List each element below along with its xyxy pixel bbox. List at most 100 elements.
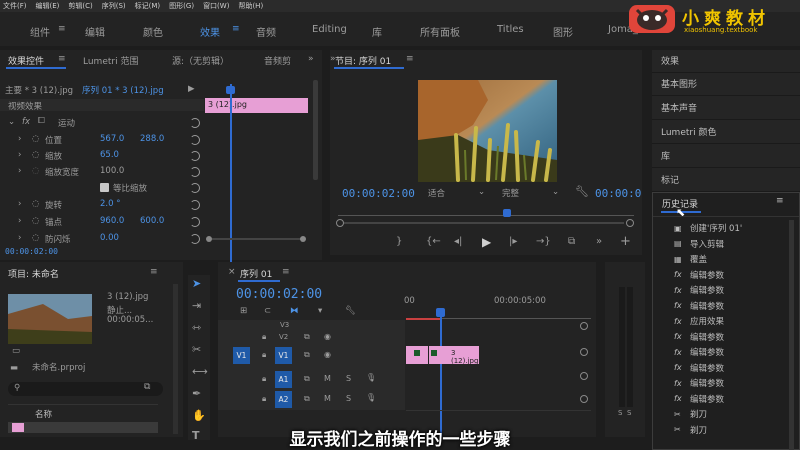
tab-effect-controls[interactable]: 效果控件: [8, 54, 44, 67]
timeline-timecode[interactable]: 00:00:02:00: [236, 287, 322, 302]
sequence-clip-dropdown[interactable]: 序列 01 * 3 (12).jpg: [82, 84, 164, 96]
panel-libraries[interactable]: 库: [661, 149, 670, 162]
solo-button[interactable]: S: [346, 374, 351, 383]
history-item[interactable]: ✂ 剃刀: [674, 424, 707, 436]
zoom-handle-left[interactable]: [336, 219, 344, 227]
eye-icon[interactable]: ◉: [324, 332, 331, 341]
program-title[interactable]: 节目: 序列 01: [335, 54, 391, 67]
reset-antiflicker-icon[interactable]: [190, 234, 200, 244]
panel-lumetri-color[interactable]: Lumetri 颜色: [661, 125, 716, 138]
tab-menu-icon[interactable]: ≡: [58, 54, 66, 64]
prop-anchor-y[interactable]: 600.0: [140, 216, 164, 226]
history-item[interactable]: ▤ 导入剪辑: [674, 238, 724, 250]
history-item[interactable]: ▦ 覆盖: [674, 253, 707, 266]
track-select-tool-icon[interactable]: ⇥: [192, 299, 201, 312]
panel-essential-graphics[interactable]: 基本图形: [661, 77, 697, 90]
reset-uniform-icon[interactable]: [190, 183, 200, 193]
menu-window[interactable]: 窗口(W): [203, 1, 229, 11]
menu-help[interactable]: 帮助(H): [238, 1, 263, 11]
linked-selection-icon[interactable]: ⧓: [290, 306, 299, 316]
keyframe-toggle-icon[interactable]: ◌: [32, 150, 39, 160]
workspace-effects-menu-icon[interactable]: ≡: [232, 24, 240, 34]
fit-chevron-icon[interactable]: ⌄: [478, 187, 485, 197]
play-icon[interactable]: ▶: [482, 235, 491, 249]
slip-tool-icon[interactable]: ⟷: [192, 365, 208, 378]
eye-icon[interactable]: ◉: [324, 350, 331, 359]
ripple-edit-tool-icon[interactable]: ⇿: [192, 321, 201, 334]
workspace-graphics[interactable]: 图形: [553, 24, 573, 39]
work-area-bar[interactable]: [406, 318, 440, 320]
sync-icon[interactable]: ⧉: [304, 350, 310, 360]
mute-button[interactable]: M: [324, 394, 331, 403]
workspace-libraries[interactable]: 库: [372, 24, 382, 39]
sync-icon[interactable]: ⧉: [304, 374, 310, 384]
step-forward-icon[interactable]: |▸: [509, 236, 517, 247]
scale-width-expand-icon[interactable]: ›: [18, 166, 21, 176]
history-item[interactable]: fx 编辑参数: [674, 362, 724, 374]
fit-dropdown[interactable]: 适合: [428, 187, 445, 199]
uniform-scale-checkbox[interactable]: [100, 183, 109, 192]
keyframe-toggle-icon[interactable]: ◌: [32, 199, 39, 209]
anchor-expand-icon[interactable]: ›: [18, 216, 21, 226]
reset-icon[interactable]: [190, 118, 200, 128]
add-marker-icon[interactable]: ▾: [318, 306, 322, 316]
lock-icon[interactable]: 🔒︎: [262, 374, 266, 384]
workspace-all-panels[interactable]: 所有面板: [420, 24, 460, 39]
razor-tool-icon[interactable]: ✂: [192, 343, 201, 356]
timeline-menu-icon[interactable]: ≡: [282, 267, 290, 277]
project-menu-icon[interactable]: ≡: [150, 267, 158, 277]
history-item[interactable]: fx 编辑参数: [674, 300, 724, 312]
history-item[interactable]: ✂ 剃刀: [674, 408, 707, 421]
prop-position-y[interactable]: 288.0: [140, 134, 164, 144]
program-menu-icon[interactable]: ≡: [406, 54, 414, 64]
menu-graphics[interactable]: 图形(G): [169, 1, 194, 11]
track-height-handle[interactable]: [580, 395, 588, 403]
selection-tool-icon[interactable]: ➤: [192, 277, 201, 290]
motion-expand-icon[interactable]: ⌄: [8, 117, 15, 127]
prop-position-x[interactable]: 567.0: [100, 134, 124, 144]
effect-playhead-handle[interactable]: [226, 86, 235, 94]
tab-lumetri-scopes[interactable]: Lumetri 范围: [83, 54, 138, 67]
quality-dropdown[interactable]: 完整: [502, 187, 519, 199]
play-only-icon[interactable]: ▶: [188, 84, 195, 94]
effect-zoom-bar[interactable]: [212, 238, 302, 240]
export-frame-icon[interactable]: ⧉: [568, 236, 575, 247]
timeline-playhead-handle[interactable]: [436, 308, 445, 317]
zoom-handle-right[interactable]: [626, 219, 634, 227]
solo-button[interactable]: S: [346, 394, 351, 403]
column-name-header[interactable]: 名称: [35, 408, 52, 420]
go-to-in-icon[interactable]: {←: [426, 236, 441, 247]
history-item[interactable]: fx 编辑参数: [674, 393, 724, 405]
go-to-out-icon[interactable]: →}: [536, 236, 551, 247]
lock-icon[interactable]: 🔒︎: [262, 394, 266, 404]
track-a1-target[interactable]: A1: [275, 371, 292, 388]
snap-icon[interactable]: ⊂: [264, 306, 271, 316]
reset-anchor-icon[interactable]: [190, 217, 200, 227]
effect-controls-scrollbar[interactable]: [313, 80, 318, 180]
mic-icon[interactable]: 🎙︎: [366, 373, 376, 382]
master-clip-label[interactable]: 主要 * 3 (12).jpg: [5, 84, 73, 96]
history-item[interactable]: fx 编辑参数: [674, 377, 724, 390]
solo-right-label[interactable]: S: [627, 409, 631, 417]
panel-effects[interactable]: 效果: [661, 54, 679, 67]
menu-clip[interactable]: 剪辑(C): [68, 1, 92, 11]
project-clip-thumbnail[interactable]: [8, 294, 92, 344]
workspace-editing[interactable]: Editing: [312, 24, 347, 35]
timeline-playhead[interactable]: [440, 317, 442, 437]
effect-controls-timecode[interactable]: 00:00:02:00: [5, 247, 58, 256]
rotation-expand-icon[interactable]: ›: [18, 199, 21, 209]
source-v1-patch[interactable]: V1: [233, 347, 250, 364]
wrench-icon[interactable]: 🔧︎: [575, 185, 589, 198]
keyframe-toggle-icon[interactable]: ◌: [32, 134, 39, 144]
keyframe-toggle-icon[interactable]: ◌: [32, 216, 39, 226]
menu-marker[interactable]: 标记(M): [135, 1, 161, 11]
position-expand-icon[interactable]: ›: [18, 134, 21, 144]
history-item[interactable]: fx 编辑参数: [674, 269, 724, 281]
track-v1-target[interactable]: V1: [275, 347, 292, 364]
reset-position-icon[interactable]: [190, 135, 200, 145]
prop-antiflicker-value[interactable]: 0.00: [100, 233, 119, 243]
step-back-icon[interactable]: ◂|: [454, 236, 462, 247]
project-row[interactable]: [8, 422, 158, 433]
clip-segment-2[interactable]: 3 (12).jpg: [429, 346, 479, 365]
program-timecode[interactable]: 00:00:02:00: [342, 187, 415, 200]
